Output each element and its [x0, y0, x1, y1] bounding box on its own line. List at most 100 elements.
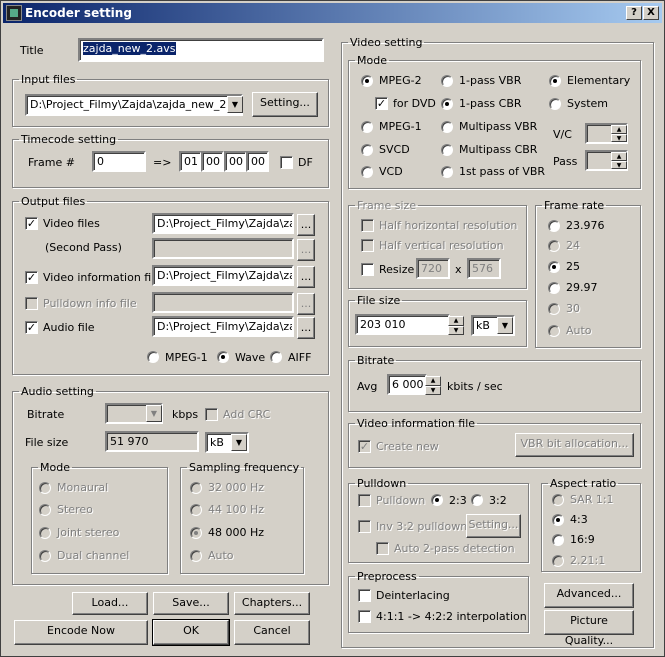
create-new-checkbox[interactable]: ✓ [358, 440, 371, 453]
vbr-allocation-button[interactable]: VBR bit allocation... [515, 433, 634, 457]
for-dvd-checkbox[interactable]: ✓ [375, 97, 388, 110]
video-files-checkbox[interactable]: ✓ [25, 217, 38, 230]
mode-monaural-label: Monaural [57, 481, 109, 494]
deint-checkbox[interactable] [358, 589, 371, 602]
second-pass-browse-button[interactable]: ... [297, 239, 315, 261]
onepass-vbr-radio[interactable] [441, 75, 453, 87]
picture-quality-button[interactable]: Picture Quality... [544, 610, 634, 647]
vcd-radio[interactable] [361, 166, 373, 178]
pulldown-checkbox[interactable] [358, 494, 371, 507]
fmt-wave-radio[interactable] [217, 351, 229, 363]
fmt-aiff-label: AIFF [288, 351, 312, 364]
resize-height[interactable]: 576 [467, 258, 501, 279]
frame-label: Frame # [28, 156, 75, 169]
mode-joint-radio[interactable] [39, 527, 51, 539]
load-button[interactable]: Load... [72, 592, 148, 615]
mpeg2-radio[interactable] [361, 75, 373, 87]
chevron-down-icon[interactable]: ▼ [497, 317, 513, 334]
vinfo-browse-button[interactable]: ... [297, 266, 315, 288]
pulldown-file-checkbox[interactable] [25, 297, 38, 310]
chevron-down-icon[interactable]: ▼ [227, 96, 243, 113]
tc-seconds[interactable]: 00 [224, 151, 247, 172]
svcd-radio[interactable] [361, 144, 373, 156]
ar-sar-label: SAR 1:1 [570, 493, 614, 506]
fmt-aiff-radio[interactable] [270, 351, 282, 363]
mode-stereo-radio[interactable] [39, 504, 51, 516]
title-input[interactable]: zajda_new_2.avs [78, 38, 324, 62]
interp-checkbox[interactable] [358, 610, 371, 623]
vinfo-file-path[interactable]: D:\Project_Filmy\Zajda\zajd [152, 265, 294, 286]
video-file-path[interactable]: D:\Project_Filmy\Zajda\zajd [152, 213, 294, 234]
pulldown-browse-button[interactable]: ... [297, 293, 315, 315]
chevron-down-icon[interactable]: ▼ [231, 434, 247, 451]
audio-file-checkbox[interactable]: ✓ [25, 321, 38, 334]
tc-frames[interactable]: 00 [246, 151, 269, 172]
sf-44-radio[interactable] [190, 504, 202, 516]
inv-pulldown-checkbox[interactable] [358, 520, 371, 533]
half-h-checkbox[interactable] [361, 219, 374, 232]
bitrate-spinner[interactable]: ▲ ▼ [425, 376, 441, 395]
chevron-down-icon[interactable]: ▼ [146, 405, 162, 422]
video-browse-button[interactable]: ... [297, 214, 315, 236]
add-crc-checkbox[interactable] [205, 408, 218, 421]
input-setting-button[interactable]: Setting... [252, 92, 318, 117]
half-v-checkbox[interactable] [361, 239, 374, 252]
save-button[interactable]: Save... [153, 592, 229, 615]
pass-spinner[interactable]: ▲ ▼ [611, 152, 627, 169]
vc-spinner[interactable]: ▲ ▼ [611, 125, 627, 142]
pulldown-file-path[interactable] [152, 292, 294, 313]
audio-file-path[interactable]: D:\Project_Filmy\Zajda\zajd [152, 316, 294, 337]
half-v-label: Half vertical resolution [379, 239, 504, 252]
ar-169-radio[interactable] [552, 534, 564, 546]
ar-sar-radio[interactable] [552, 494, 564, 506]
onepass-cbr-radio[interactable] [441, 98, 453, 110]
mode-monaural-radio[interactable] [39, 482, 51, 494]
fr-30-radio[interactable] [548, 303, 560, 315]
title-bar: Encoder setting ? X [3, 3, 662, 23]
auto2pass-checkbox[interactable] [376, 542, 389, 555]
tc-minutes[interactable]: 00 [201, 151, 224, 172]
resize-width[interactable]: 720 [416, 258, 450, 279]
sf-32-radio[interactable] [190, 482, 202, 494]
system-radio[interactable] [549, 98, 561, 110]
video-filesize-input[interactable]: 203 010 [355, 314, 450, 335]
pd-32-radio[interactable] [471, 494, 483, 506]
elementary-radio[interactable] [549, 75, 561, 87]
first-vbr-radio[interactable] [441, 166, 453, 178]
fr-25-radio[interactable] [548, 261, 560, 273]
fr-auto-radio[interactable] [548, 325, 560, 337]
fmt-mpeg1-radio[interactable] [147, 351, 159, 363]
df-checkbox[interactable] [280, 156, 293, 169]
sf-48-radio[interactable] [190, 527, 202, 539]
resize-checkbox[interactable] [361, 263, 374, 276]
chapters-button[interactable]: Chapters... [234, 592, 310, 615]
frame-input[interactable]: 0 [92, 151, 146, 172]
second-pass-path[interactable] [152, 238, 294, 259]
help-button[interactable]: ? [626, 6, 642, 20]
pulldown-setting-button[interactable]: Setting... [466, 514, 521, 538]
fr-2997-radio[interactable] [548, 282, 560, 294]
bitrate-input[interactable]: 6 000 [387, 374, 427, 395]
pd-23-radio[interactable] [431, 494, 443, 506]
fr-23976-radio[interactable] [548, 220, 560, 232]
cancel-button[interactable]: Cancel [234, 620, 310, 645]
mode-dual-radio[interactable] [39, 550, 51, 562]
audio-browse-button[interactable]: ... [297, 317, 315, 339]
ar-43-radio[interactable] [552, 514, 564, 526]
multi-cbr-radio[interactable] [441, 144, 453, 156]
mpeg1-radio[interactable] [361, 121, 373, 133]
vinfo-file-checkbox[interactable]: ✓ [25, 271, 38, 284]
fr-24-radio[interactable] [548, 240, 560, 252]
ok-button[interactable]: OK [152, 619, 230, 646]
multi-vbr-radio[interactable] [441, 121, 453, 133]
advanced-button[interactable]: Advanced... [544, 583, 634, 608]
encode-now-button[interactable]: Encode Now [14, 620, 148, 645]
sf-auto-radio[interactable] [190, 550, 202, 562]
input-file-select[interactable]: D:\Project_Filmy\Zajda\zajda_new_2.avs [25, 94, 243, 116]
filesize-spinner[interactable]: ▲ ▼ [448, 316, 464, 335]
ar-221-radio[interactable] [552, 555, 564, 567]
kbps-label: kbps [172, 408, 199, 421]
tc-hours[interactable]: 01 [179, 151, 202, 172]
add-crc-label: Add CRC [223, 408, 271, 421]
close-button[interactable]: X [643, 6, 659, 20]
